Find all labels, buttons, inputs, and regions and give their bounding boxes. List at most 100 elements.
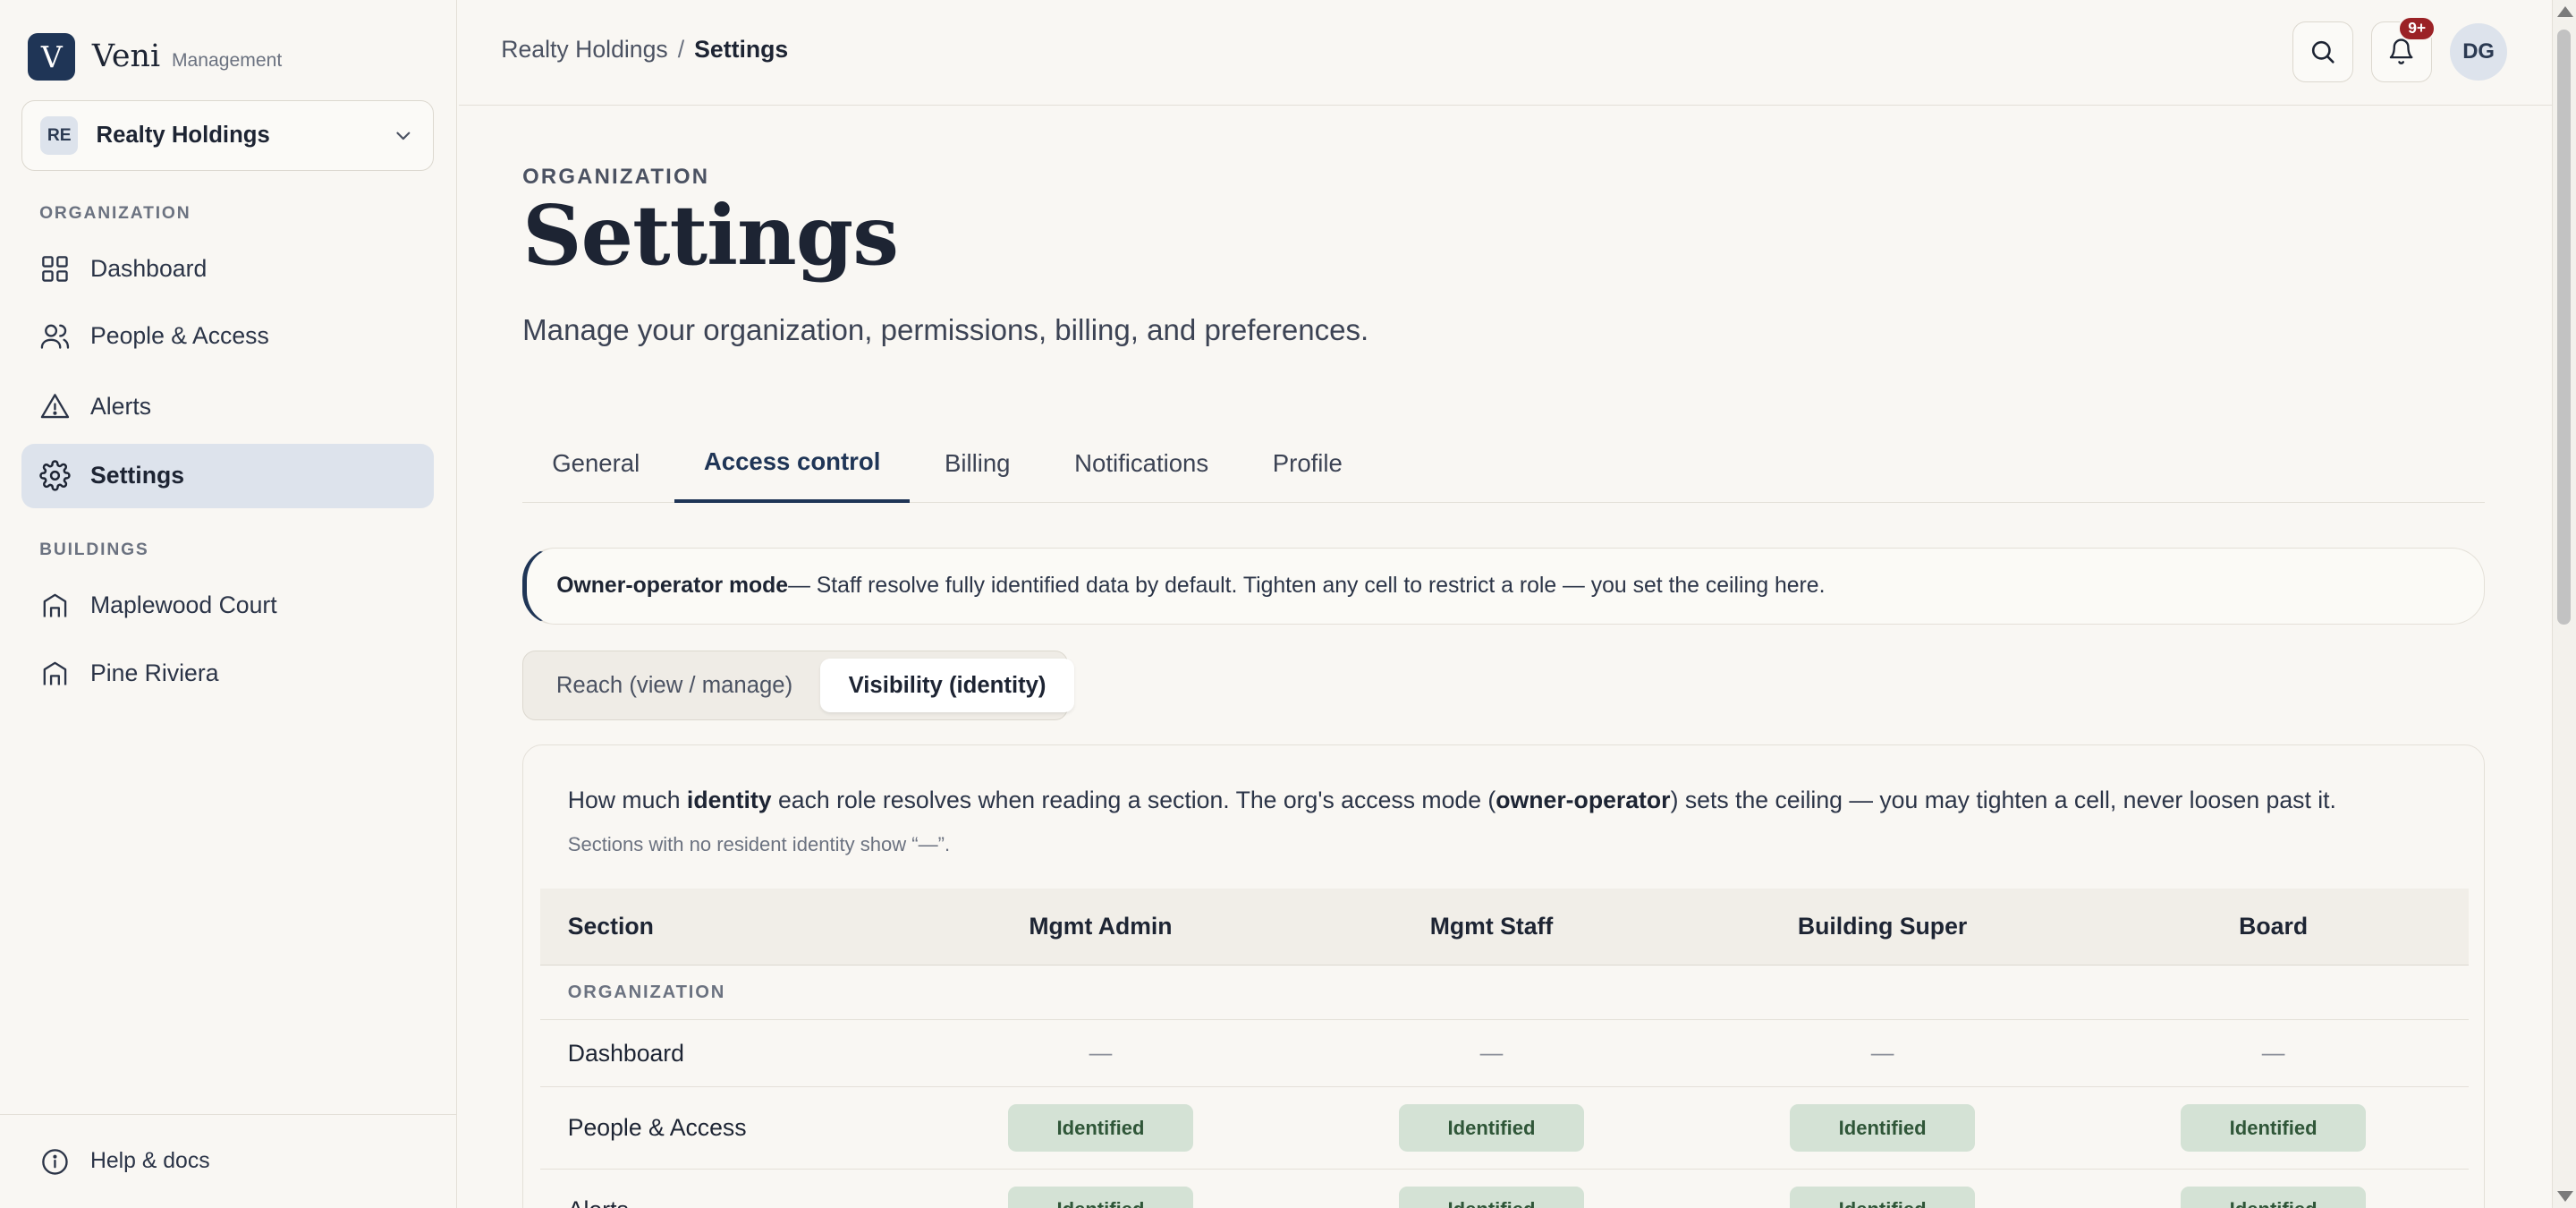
org-name: Realty Holdings bbox=[96, 123, 270, 149]
sidebar-item-label: Pine Riviera bbox=[90, 659, 219, 686]
bell-icon bbox=[2389, 38, 2413, 65]
empty-dash: — bbox=[1870, 1040, 1894, 1066]
sidebar-item-label: Dashboard bbox=[90, 254, 208, 282]
sidebar: V Veni Management RE Realty Holdings ORG… bbox=[0, 0, 457, 1208]
grid-cell: Identified bbox=[905, 1104, 1296, 1153]
notifications-button[interactable]: 9+ bbox=[2370, 15, 2436, 82]
desc-text: How much bbox=[567, 787, 687, 814]
header-board: Board bbox=[2239, 913, 2309, 940]
breadcrumb-current: Settings bbox=[694, 36, 789, 64]
building-icon bbox=[43, 594, 67, 618]
row-section-label: People & Access bbox=[567, 1114, 747, 1142]
brand[interactable]: V Veni Management bbox=[28, 32, 283, 81]
identity-pill[interactable]: Identified bbox=[2180, 1104, 2367, 1153]
row-section-label: Alerts bbox=[540, 1196, 905, 1208]
callout-title: Owner-operator mode bbox=[556, 573, 789, 598]
scroll-up-arrow[interactable] bbox=[2557, 6, 2574, 18]
grid-icon bbox=[42, 256, 68, 282]
visibility-toggle-button[interactable]: Visibility (identity) bbox=[820, 658, 1074, 713]
tab-profile[interactable]: Profile bbox=[1243, 424, 1372, 503]
visibility-panel: How much identity each role resolves whe… bbox=[522, 744, 2485, 1208]
topbar: Realty Holdings / Settings 9+ DG bbox=[458, 0, 2552, 106]
grid-cell: Identified bbox=[1687, 1104, 2078, 1153]
header-section: Section bbox=[567, 913, 654, 940]
empty-dash: — bbox=[2261, 1040, 2285, 1066]
tab-access-control[interactable]: Access control bbox=[674, 424, 911, 504]
org-switcher[interactable]: RE Realty Holdings bbox=[21, 100, 434, 172]
grid-cell: Identified bbox=[1296, 1104, 1687, 1153]
grid-cell: — bbox=[1687, 1041, 2078, 1067]
tab-billing[interactable]: Billing bbox=[915, 424, 1040, 503]
avatar[interactable]: DG bbox=[2449, 22, 2508, 81]
header-mgmt-staff: Mgmt Staff bbox=[1429, 913, 1554, 940]
table-row: Alerts Identified Identified Identified … bbox=[540, 1170, 2470, 1208]
header-mgmt-admin: Mgmt Admin bbox=[1029, 913, 1173, 940]
brand-name: Veni bbox=[91, 38, 161, 75]
users-icon bbox=[40, 324, 70, 349]
chevron-down-icon bbox=[396, 132, 411, 140]
sidebar-item-alerts[interactable]: Alerts bbox=[21, 375, 434, 439]
sidebar-item-maplewood-court[interactable]: Maplewood Court bbox=[21, 574, 434, 638]
table-row: People & Access Identified Identified Id… bbox=[539, 1087, 2470, 1170]
visibility-grid: Section Mgmt Admin Mgmt Staff Building S… bbox=[539, 888, 2470, 1208]
help-docs-label: Help & docs bbox=[90, 1149, 210, 1174]
header-building-super: Building Super bbox=[1797, 913, 1968, 940]
sidebar-item-label: Settings bbox=[90, 462, 185, 489]
grid-header-row: Section Mgmt Admin Mgmt Staff Building S… bbox=[539, 888, 2470, 966]
sidebar-item-label: Maplewood Court bbox=[90, 591, 277, 619]
identity-pill[interactable]: Identified bbox=[1789, 1104, 1976, 1153]
grid-cell: Identified bbox=[2078, 1104, 2469, 1153]
page-subtitle: Manage your organization, permissions, b… bbox=[522, 313, 1369, 347]
table-row: Dashboard — — — — bbox=[539, 1020, 2470, 1088]
identity-pill[interactable]: Identified bbox=[1007, 1104, 1194, 1153]
panel-note: Sections with no resident identity show … bbox=[567, 832, 951, 855]
sidebar-item-label: People & Access bbox=[90, 322, 269, 350]
grid-cell: Identified bbox=[905, 1186, 1296, 1208]
brand-subtitle: Management bbox=[171, 49, 283, 71]
grid-cell: Identified bbox=[1687, 1186, 2078, 1208]
tab-notifications[interactable]: Notifications bbox=[1045, 424, 1238, 503]
sidebar-item-settings[interactable]: Settings bbox=[21, 443, 434, 508]
identity-pill[interactable]: Identified bbox=[1789, 1186, 1976, 1208]
sidebar-section-buildings: BUILDINGS bbox=[39, 540, 149, 560]
sidebar-section-organization: ORGANIZATION bbox=[39, 203, 191, 223]
search-button[interactable] bbox=[2292, 21, 2353, 82]
identity-pill[interactable]: Identified bbox=[1007, 1186, 1194, 1208]
reach-toggle-button[interactable]: Reach (view / manage) bbox=[529, 659, 821, 713]
sidebar-item-pine-riviera[interactable]: Pine Riviera bbox=[21, 641, 434, 705]
desc-bold: identity bbox=[686, 787, 772, 814]
alert-triangle-icon bbox=[40, 394, 70, 419]
callout-text: — Staff resolve fully identified data by… bbox=[788, 573, 1826, 598]
desc-bold: owner-operator bbox=[1496, 787, 1671, 814]
owner-operator-callout: Owner-operator mode — Staff resolve full… bbox=[522, 547, 2485, 625]
identity-pill[interactable]: Identified bbox=[1398, 1186, 1585, 1208]
sidebar-item-dashboard[interactable]: Dashboard bbox=[21, 237, 434, 302]
grid-cell: Identified bbox=[2078, 1186, 2469, 1208]
view-mode-toggle: Reach (view / manage) Visibility (identi… bbox=[522, 651, 1074, 720]
grid-group-organization: ORGANIZATION bbox=[539, 966, 2470, 1020]
grid-cell: — bbox=[905, 1041, 1296, 1067]
row-section-label: Dashboard bbox=[567, 1039, 684, 1067]
breadcrumb-parent[interactable]: Realty Holdings bbox=[501, 36, 667, 63]
grid-cell: — bbox=[1296, 1041, 1687, 1067]
org-badge: RE bbox=[40, 116, 79, 155]
identity-pill[interactable]: Identified bbox=[1398, 1104, 1585, 1153]
search-icon bbox=[2311, 41, 2334, 64]
desc-text: each role resolves when reading a sectio… bbox=[771, 787, 1496, 814]
page-scrollbar[interactable] bbox=[2551, 0, 2576, 1208]
page-title: Settings bbox=[522, 187, 899, 285]
settings-tabs: General Access control Billing Notificat… bbox=[522, 424, 2485, 504]
help-docs-link[interactable]: Help & docs bbox=[0, 1114, 457, 1208]
sidebar-item-label: Alerts bbox=[90, 393, 152, 421]
scroll-down-arrow[interactable] bbox=[2557, 1190, 2574, 1202]
scroll-thumb[interactable] bbox=[2557, 30, 2572, 625]
identity-pill[interactable]: Identified bbox=[2180, 1186, 2367, 1208]
tab-general[interactable]: General bbox=[522, 424, 669, 503]
page-kicker: ORGANIZATION bbox=[522, 164, 710, 189]
breadcrumb: Realty Holdings / Settings bbox=[501, 36, 788, 64]
brand-logo: V bbox=[28, 32, 76, 81]
sidebar-item-people-access[interactable]: People & Access bbox=[21, 304, 434, 369]
panel-description: How much identity each role resolves whe… bbox=[568, 787, 2336, 814]
building-icon bbox=[43, 661, 67, 685]
breadcrumb-separator: / bbox=[677, 36, 685, 64]
